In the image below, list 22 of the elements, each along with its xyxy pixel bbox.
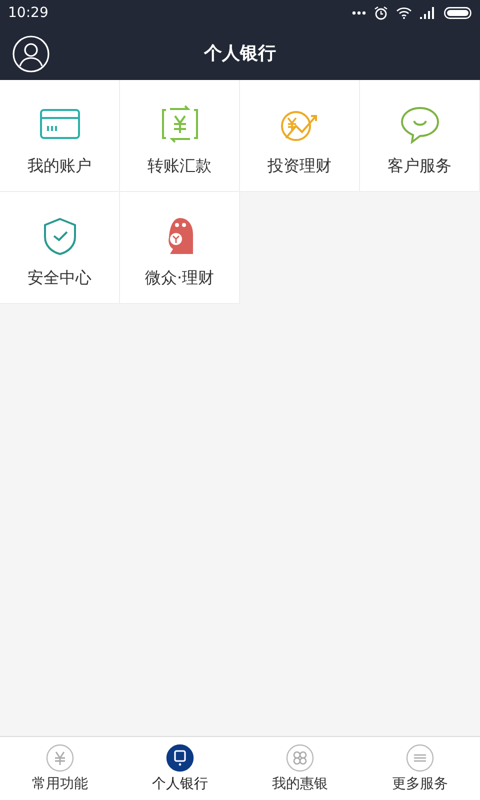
service-tile[interactable]: 转账汇款 xyxy=(120,80,240,192)
service-tile[interactable]: 微众·理财 xyxy=(120,192,240,304)
nav-tab[interactable]: 我的惠银 xyxy=(240,737,360,800)
battery-icon xyxy=(444,7,472,19)
dots-icon xyxy=(352,11,366,15)
service-tile[interactable]: 客户服务 xyxy=(360,80,480,192)
yen-icon xyxy=(46,744,74,772)
phone-icon xyxy=(166,744,194,772)
grid-icon xyxy=(286,744,314,772)
wifi-icon xyxy=(396,7,412,19)
menu-icon xyxy=(406,744,434,772)
service-tile[interactable]: 投资理财 xyxy=(240,80,360,192)
service-tile[interactable]: 我的账户 xyxy=(0,80,120,192)
alarm-icon xyxy=(374,6,388,20)
nav-tab[interactable]: 更多服务 xyxy=(360,737,480,800)
nav-tab[interactable]: 个人银行 xyxy=(120,737,240,800)
page-title: 个人银行 xyxy=(204,42,276,65)
status-time: 10:29 xyxy=(8,5,48,21)
nav-tab[interactable]: 常用功能 xyxy=(0,737,120,800)
avatar-icon[interactable] xyxy=(12,35,50,73)
signal-icon xyxy=(420,7,436,19)
service-tile[interactable]: 安全中心 xyxy=(0,192,120,304)
